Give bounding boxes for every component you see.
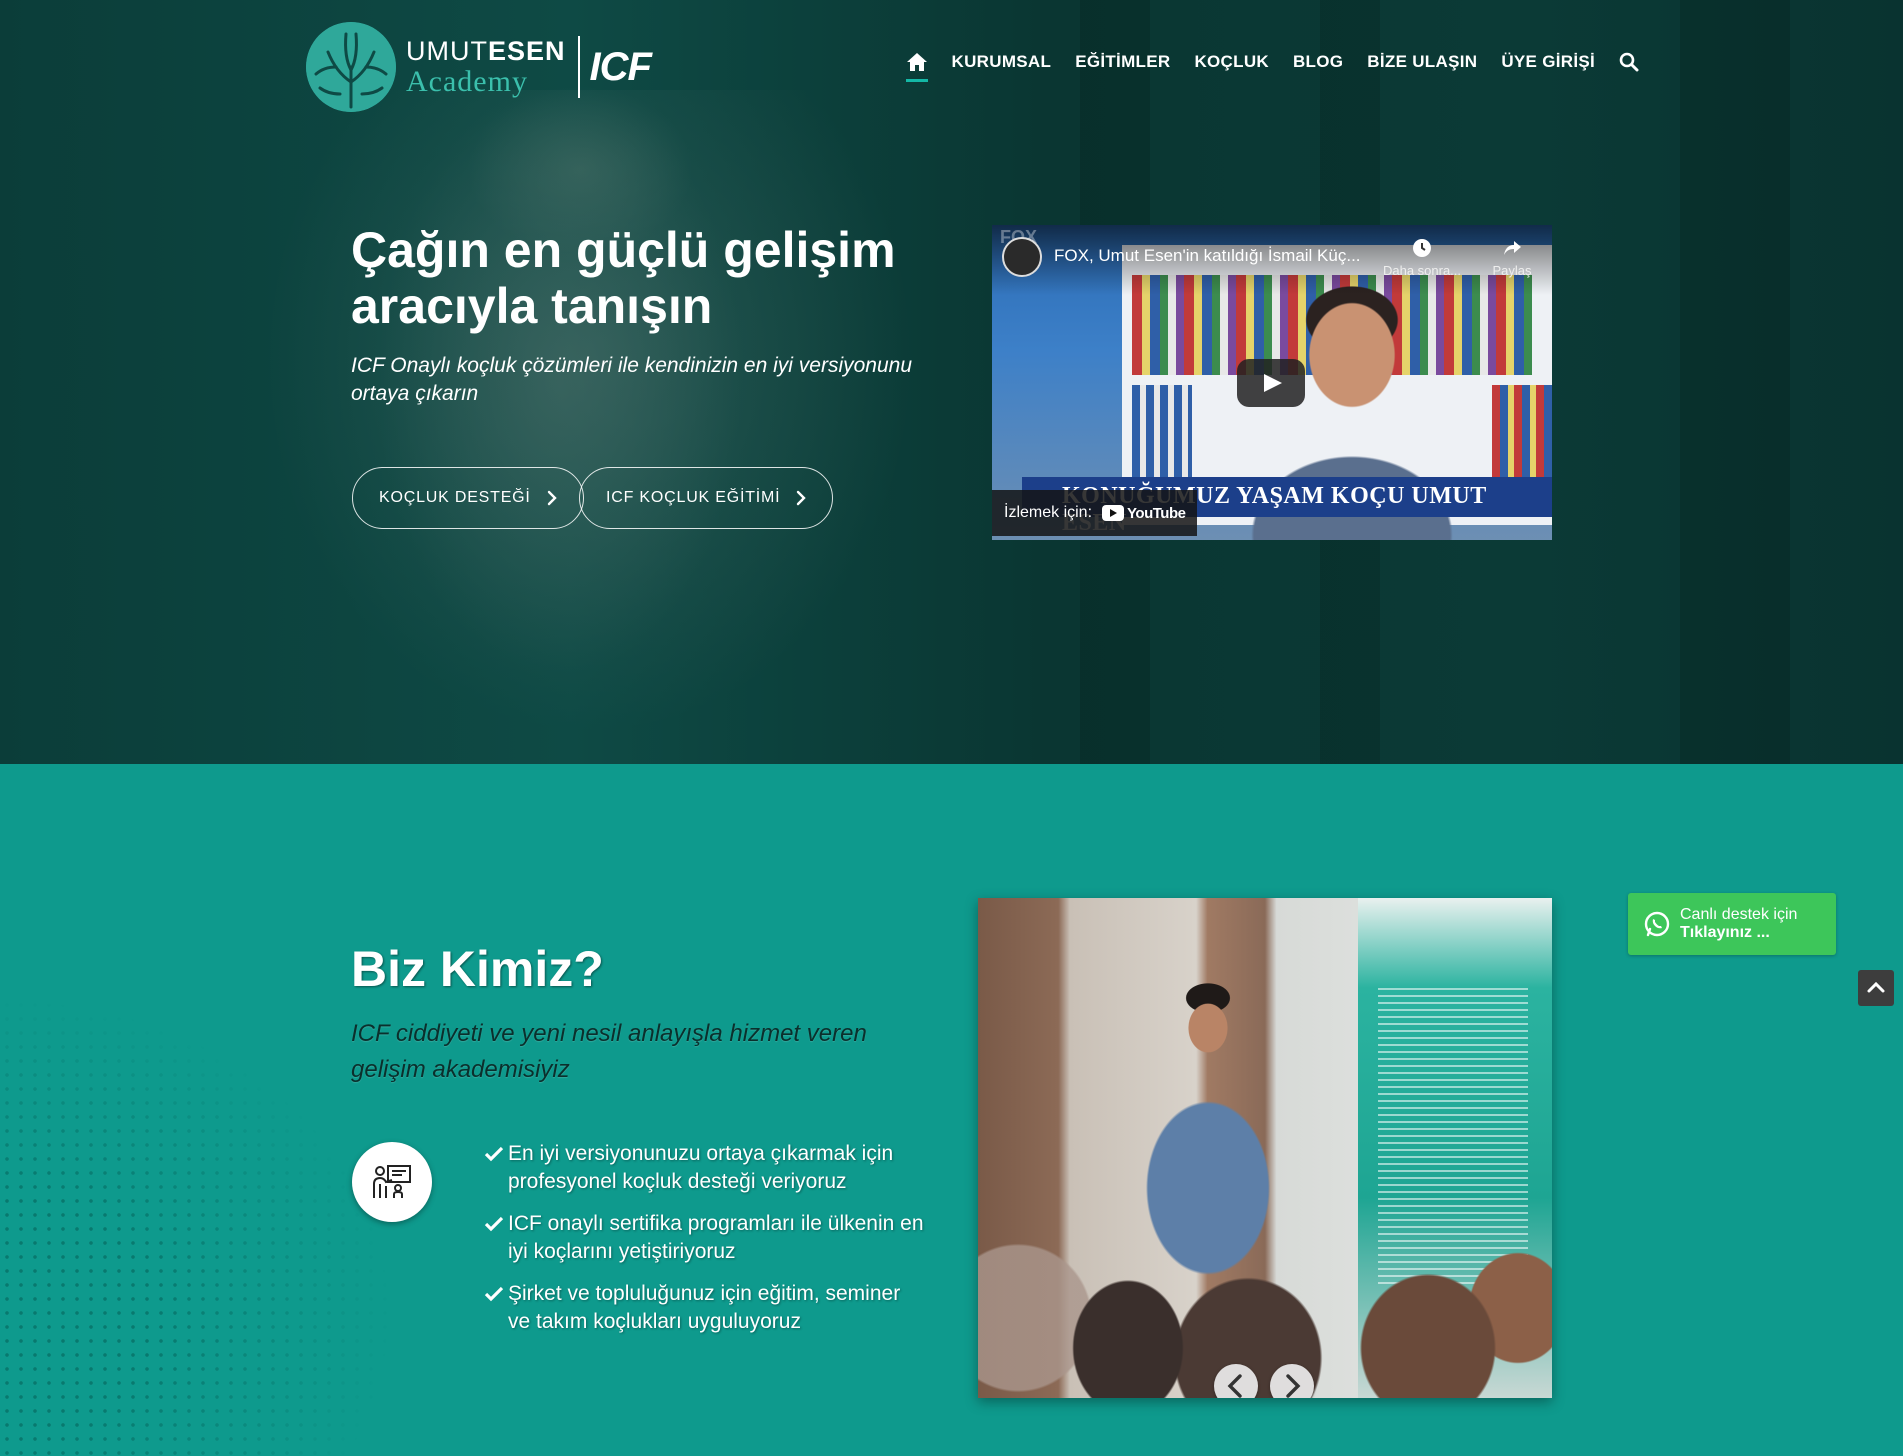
hero-background-photo (240, 90, 940, 764)
nav-blog[interactable]: BLOG (1293, 52, 1343, 72)
about-title: Biz Kimiz? (351, 941, 604, 997)
list-item-text: Şirket ve topluluğunuz için eğitim, semi… (508, 1282, 901, 1333)
hero-title: Çağın en güçlü gelişim aracıyla tanışın (351, 222, 896, 334)
nav-member-login[interactable]: ÜYE GİRİŞİ (1501, 52, 1595, 72)
watch-later-label: Daha sonra... (1382, 263, 1462, 278)
clock-icon (1411, 237, 1433, 259)
logo-word-academy: Academy (406, 64, 528, 98)
whatsapp-label-line2: Tıklayınız ... (1680, 924, 1770, 941)
slider-prev-button[interactable] (1214, 1364, 1258, 1398)
check-icon (484, 1286, 504, 1302)
list-item: ICF onaylı sertifika programları ile ülk… (484, 1210, 924, 1266)
nav-contact[interactable]: BİZE ULAŞIN (1367, 52, 1477, 72)
search-icon[interactable] (1619, 52, 1639, 72)
about-image-slider[interactable] (978, 898, 1552, 1398)
whatsapp-label-line1: Canlı destek için (1680, 906, 1798, 923)
background-decoration (1680, 0, 1790, 764)
watch-later-button[interactable]: Daha sonra... (1382, 237, 1462, 278)
check-icon (484, 1216, 504, 1232)
whatsapp-icon (1642, 909, 1672, 939)
chevron-up-icon (1867, 981, 1885, 993)
check-icon (484, 1146, 504, 1162)
channel-avatar[interactable] (1002, 237, 1042, 277)
slide-audience (978, 1148, 1552, 1398)
icf-badge: ICF (589, 44, 652, 89)
nav-egitimler[interactable]: EĞİTİMLER (1075, 52, 1170, 72)
main-nav: KURUMSAL EĞİTİMLER KOÇLUK BLOG BİZE ULAŞ… (905, 52, 1639, 82)
icf-coaching-training-button[interactable]: ICF KOÇLUK EĞİTİMİ (579, 467, 834, 529)
share-label: Paylaş (1492, 263, 1532, 278)
share-button[interactable]: Paylaş (1472, 237, 1552, 278)
logo-wordmark: UMUTESEN Academy (406, 35, 566, 98)
logo-divider (577, 36, 580, 98)
about-subtitle: ICF ciddiyeti ve yeni nesil anlayışla hi… (351, 1020, 867, 1083)
watch-on-label: İzlemek için: (1004, 504, 1093, 521)
logo-word-umut: UMUT (406, 35, 488, 66)
list-item: Şirket ve topluluğunuz için eğitim, semi… (484, 1280, 924, 1336)
play-icon[interactable] (1237, 359, 1305, 407)
watch-on-youtube[interactable]: İzlemek için: YouTube (992, 490, 1198, 536)
chevron-left-icon (1227, 1374, 1242, 1398)
share-icon (1501, 237, 1523, 259)
about-feature-list: En iyi versiyonunuzu ortaya çıkarmak içi… (484, 1140, 924, 1350)
nav-kurumsal[interactable]: KURUMSAL (952, 52, 1052, 72)
hero-subtitle: ICF Onaylı koçluk çözümleri ile kendiniz… (351, 354, 913, 405)
chevron-right-icon (796, 490, 807, 506)
youtube-video-embed[interactable]: KONUĞUMUZ YAŞAM KOÇU UMUT ESEN FOX FOX, … (992, 225, 1552, 540)
site-logo[interactable]: UMUTESEN Academy ICF (306, 22, 652, 112)
coaching-support-label: KOÇLUK DESTEĞİ (379, 489, 531, 506)
icf-coaching-training-label: ICF KOÇLUK EĞİTİMİ (606, 489, 781, 506)
list-item-text: ICF onaylı sertifika programları ile ülk… (508, 1212, 924, 1263)
list-item: En iyi versiyonunuzu ortaya çıkarmak içi… (484, 1140, 924, 1196)
list-item-text: En iyi versiyonunuzu ortaya çıkarmak içi… (508, 1142, 894, 1193)
slider-next-button[interactable] (1270, 1364, 1314, 1398)
logo-word-esen: ESEN (487, 35, 566, 66)
hero-section: UMUTESEN Academy ICF KURUMSAL EĞİTİMLER … (0, 0, 1903, 764)
about-section: Biz Kimiz? ICF ciddiyeti ve yeni nesil a… (0, 764, 1903, 1456)
presentation-icon (352, 1142, 432, 1222)
whatsapp-support-button[interactable]: Canlı destek için Tıklayınız ... (1628, 893, 1836, 955)
youtube-logo-icon: YouTube (1102, 504, 1186, 522)
nav-kocluk[interactable]: KOÇLUK (1194, 52, 1269, 72)
youtube-wordmark: YouTube (1127, 504, 1186, 522)
coaching-support-button[interactable]: KOÇLUK DESTEĞİ (352, 467, 584, 529)
tree-logo-icon (306, 22, 396, 112)
chevron-right-icon (547, 490, 557, 506)
home-icon[interactable] (905, 52, 928, 82)
chevron-right-icon (1286, 1374, 1301, 1398)
video-title[interactable]: FOX, Umut Esen'in katıldığı İsmail Küç..… (1054, 246, 1361, 266)
scroll-to-top-button[interactable] (1858, 970, 1894, 1006)
